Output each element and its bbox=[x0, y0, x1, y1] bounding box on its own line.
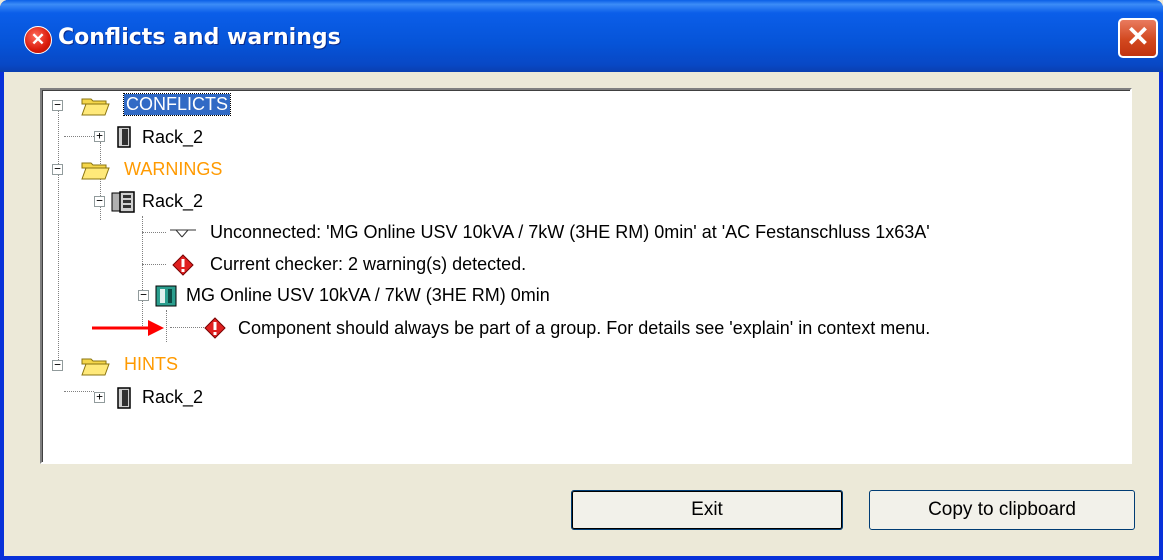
tree-item-unconnected[interactable]: Unconnected: 'MG Online USV 10kVA / 7kW … bbox=[210, 222, 930, 243]
open-folder-icon bbox=[81, 162, 110, 180]
tree-line bbox=[166, 310, 167, 342]
tree-line bbox=[64, 391, 94, 392]
tree-item-rack[interactable]: Rack_2 bbox=[142, 387, 203, 408]
rack-icon bbox=[117, 126, 131, 148]
tree-line bbox=[170, 327, 204, 328]
connector-icon bbox=[170, 229, 196, 238]
warning-icon bbox=[172, 254, 194, 276]
dialog-window: ✕ Conflicts and warnings ✕ − CONFLICTS +… bbox=[0, 0, 1163, 560]
rack-open-icon bbox=[111, 191, 135, 213]
collapse-warnings-toggle[interactable]: − bbox=[52, 163, 63, 175]
expand-rack-toggle[interactable]: + bbox=[94, 391, 105, 403]
warning-icon bbox=[204, 317, 226, 339]
tree-item-component-warning[interactable]: Component should always be part of a gro… bbox=[238, 318, 930, 339]
open-folder-icon bbox=[81, 98, 110, 116]
collapse-hints-toggle[interactable]: − bbox=[52, 359, 63, 371]
collapse-rack-toggle[interactable]: − bbox=[94, 195, 105, 207]
close-button[interactable]: ✕ bbox=[1118, 18, 1158, 58]
conflicts-tree-view[interactable]: − CONFLICTS + Rack_2 − WARNINGS − Rack_2 bbox=[40, 88, 1132, 464]
category-conflicts[interactable]: CONFLICTS bbox=[122, 93, 232, 116]
tree-item-rack[interactable]: Rack_2 bbox=[142, 127, 203, 148]
tree-line bbox=[142, 264, 166, 265]
error-icon: ✕ bbox=[24, 26, 52, 54]
tree-line bbox=[100, 142, 101, 220]
expand-rack-toggle[interactable]: + bbox=[94, 130, 105, 142]
tree-item-checker[interactable]: Current checker: 2 warning(s) detected. bbox=[210, 254, 526, 275]
open-folder-icon bbox=[81, 358, 110, 376]
exit-button[interactable]: Exit bbox=[571, 490, 843, 530]
rack-icon bbox=[117, 387, 131, 409]
category-hints[interactable]: HINTS bbox=[124, 354, 178, 375]
window-title: Conflicts and warnings bbox=[58, 25, 341, 50]
tree-line bbox=[64, 136, 94, 137]
collapse-conflicts-toggle[interactable]: − bbox=[52, 99, 63, 111]
category-warnings[interactable]: WARNINGS bbox=[124, 159, 222, 180]
tree-item-rack[interactable]: Rack_2 bbox=[142, 191, 203, 212]
tree-line bbox=[142, 232, 166, 233]
annotation-arrow-icon bbox=[92, 320, 164, 336]
copy-to-clipboard-button[interactable]: Copy to clipboard bbox=[869, 490, 1135, 530]
title-bar[interactable]: ✕ Conflicts and warnings ✕ bbox=[0, 0, 1163, 72]
tree-line bbox=[58, 108, 59, 370]
collapse-component-toggle[interactable]: − bbox=[138, 289, 149, 301]
tree-item-component[interactable]: MG Online USV 10kVA / 7kW (3HE RM) 0min bbox=[186, 285, 550, 306]
ups-component-icon bbox=[155, 285, 177, 307]
